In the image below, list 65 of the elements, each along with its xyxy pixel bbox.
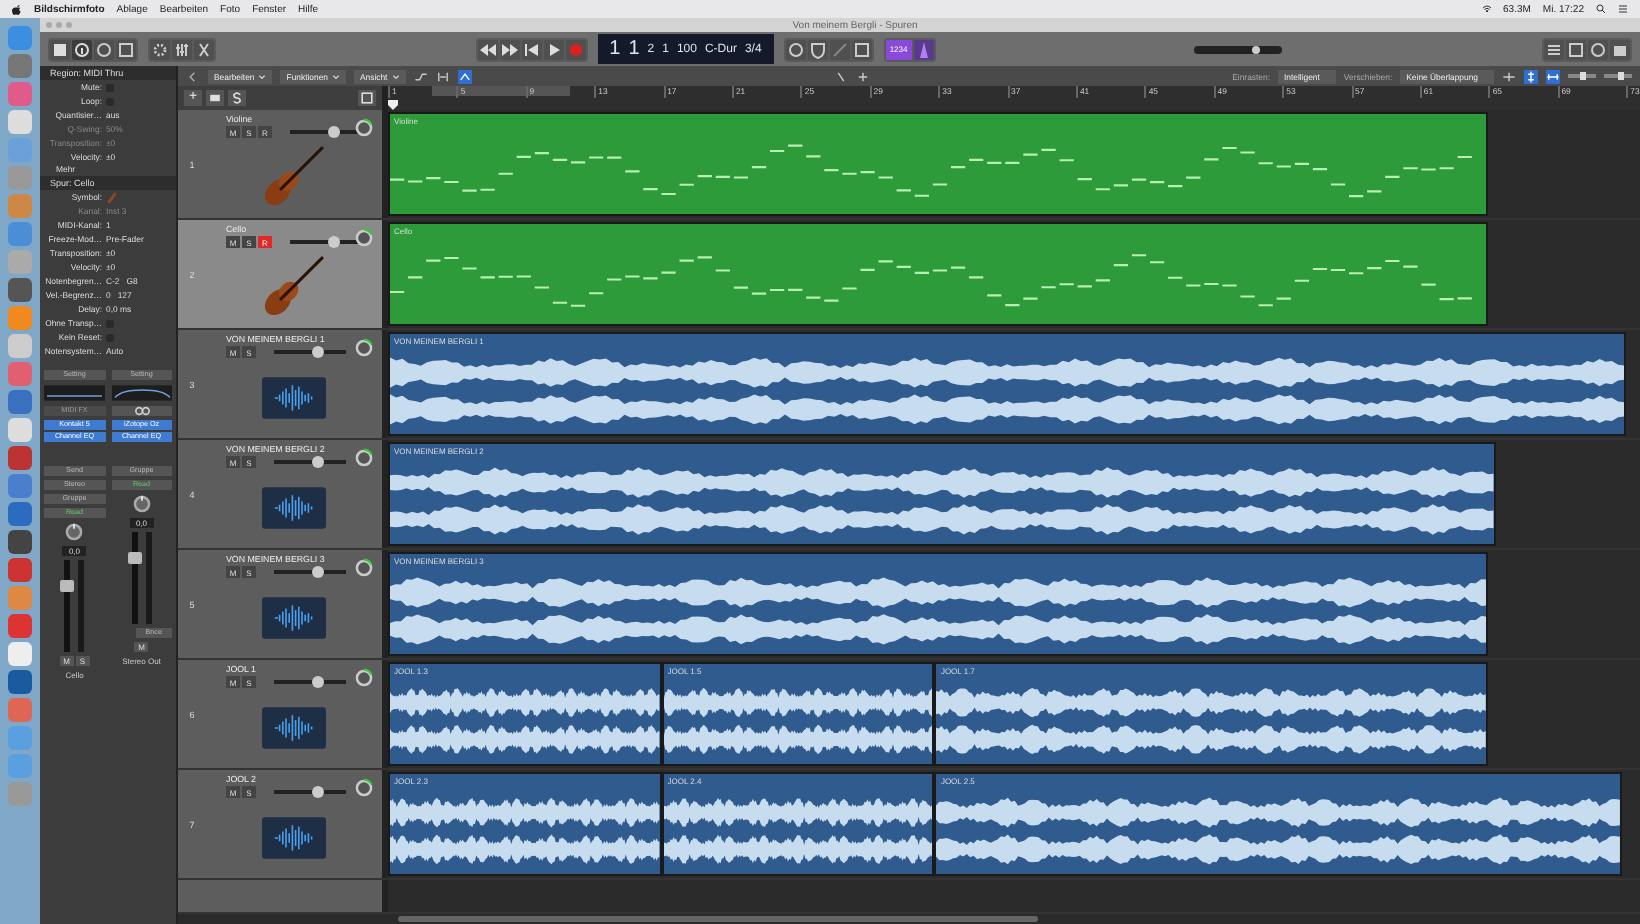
waveform-icon bbox=[262, 484, 326, 532]
list-icon[interactable] bbox=[1618, 4, 1628, 14]
zoom-thumb[interactable] bbox=[1579, 72, 1585, 80]
fit-icon[interactable] bbox=[1546, 69, 1560, 83]
list-editor-icon[interactable] bbox=[1544, 39, 1564, 59]
metronome-icon[interactable] bbox=[913, 39, 934, 59]
pan-knob[interactable] bbox=[354, 228, 374, 248]
pan-knob[interactable] bbox=[354, 668, 374, 688]
lcd-value: 1 bbox=[628, 38, 640, 60]
volume-thumb[interactable] bbox=[328, 236, 341, 248]
wifi-icon[interactable] bbox=[1481, 4, 1492, 14]
pan-knob[interactable] bbox=[354, 338, 374, 358]
waveform-icon bbox=[262, 594, 326, 642]
volume-fader[interactable] bbox=[131, 532, 138, 624]
dock-app-icon[interactable] bbox=[8, 278, 32, 302]
folder-icon[interactable] bbox=[206, 90, 224, 106]
pan-knob[interactable] bbox=[64, 522, 85, 542]
pan-knob[interactable] bbox=[354, 448, 374, 468]
dock-app-icon[interactable] bbox=[8, 670, 32, 694]
shield-icon[interactable] bbox=[807, 39, 828, 59]
volume-thumb[interactable] bbox=[312, 786, 325, 798]
square-icon[interactable] bbox=[851, 39, 872, 59]
fader-thumb[interactable] bbox=[127, 551, 142, 564]
volume-thumb[interactable] bbox=[312, 566, 325, 578]
mixer-icon[interactable] bbox=[172, 39, 192, 59]
caret-icon bbox=[391, 73, 400, 79]
pan-knob[interactable] bbox=[354, 118, 374, 138]
pan-knob[interactable] bbox=[354, 558, 374, 578]
scissors-icon[interactable] bbox=[194, 39, 214, 59]
violin-icon bbox=[264, 146, 324, 206]
volume-thumb[interactable] bbox=[312, 346, 325, 358]
pan-knob[interactable] bbox=[131, 494, 152, 514]
back-icon[interactable] bbox=[186, 69, 200, 83]
lcd-value: 1 bbox=[609, 38, 621, 60]
fader-thumb[interactable] bbox=[60, 579, 75, 592]
play-icon[interactable] bbox=[543, 39, 564, 59]
zoom-thumb[interactable] bbox=[1617, 72, 1624, 80]
apple-icon[interactable] bbox=[12, 3, 22, 15]
waveform-icon bbox=[262, 374, 326, 422]
caret-icon bbox=[331, 73, 340, 79]
pan-knob[interactable] bbox=[354, 778, 374, 798]
master-volume-thumb[interactable] bbox=[1252, 45, 1261, 53]
plus-tool-icon[interactable] bbox=[855, 69, 870, 83]
link-icon[interactable] bbox=[111, 406, 172, 416]
info-icon[interactable] bbox=[72, 39, 92, 59]
waveform-icon bbox=[262, 704, 326, 752]
volume-thumb[interactable] bbox=[328, 126, 341, 138]
volume-thumb[interactable] bbox=[312, 456, 325, 468]
eq-curve-drawing[interactable] bbox=[44, 384, 105, 402]
search-icon[interactable] bbox=[1596, 4, 1606, 14]
window-icon[interactable] bbox=[358, 90, 376, 106]
level-meter bbox=[78, 560, 85, 652]
level-meter bbox=[145, 532, 152, 624]
waveform-icon bbox=[262, 814, 326, 862]
settings-icon[interactable] bbox=[150, 39, 170, 59]
volume-fader[interactable] bbox=[64, 560, 71, 652]
eq-curve-drawing[interactable] bbox=[111, 384, 172, 402]
horizontal-scrollbar[interactable] bbox=[398, 916, 1038, 922]
s-icon[interactable] bbox=[228, 90, 246, 106]
volume-thumb[interactable] bbox=[312, 676, 325, 688]
dock-app-icon[interactable] bbox=[8, 530, 32, 554]
master-volume-slider[interactable] bbox=[1194, 45, 1283, 53]
automation-icon[interactable] bbox=[413, 69, 428, 83]
violin-icon bbox=[264, 256, 324, 316]
caret-icon bbox=[258, 73, 267, 79]
